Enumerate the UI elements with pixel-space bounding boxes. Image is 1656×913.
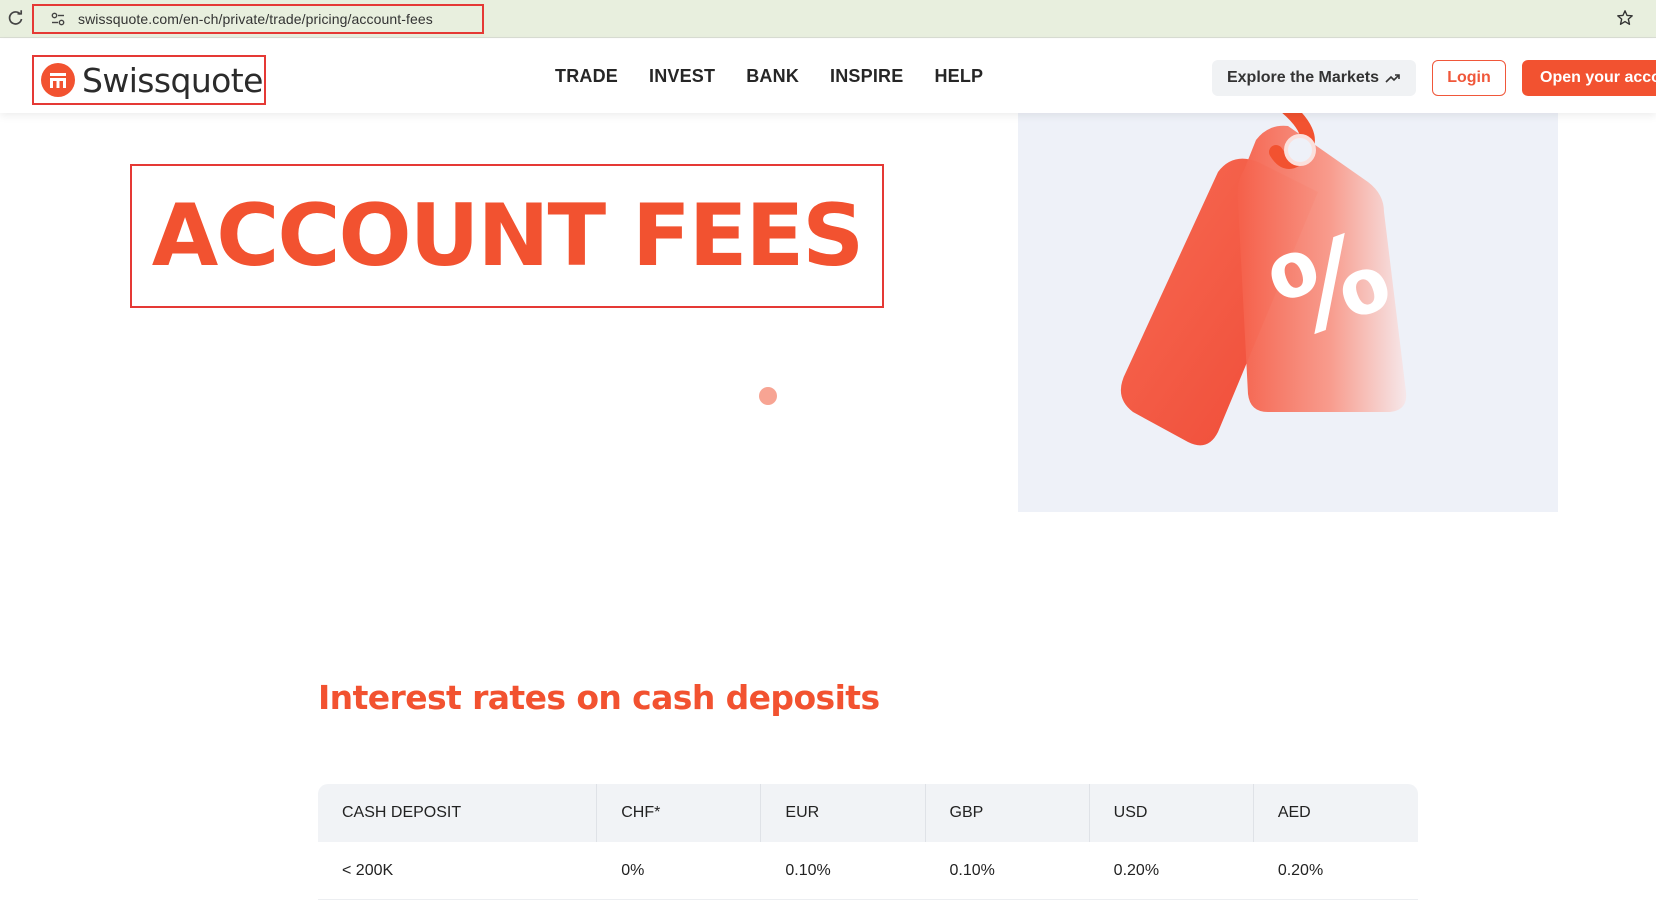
open-account-button[interactable]: Open your acco bbox=[1522, 60, 1656, 96]
logo[interactable]: Swissquote bbox=[32, 55, 266, 105]
logo-text: Swissquote bbox=[82, 60, 263, 100]
swissquote-logo-icon bbox=[41, 63, 75, 97]
table-cell: < 200K bbox=[318, 842, 598, 900]
section-title: Interest rates on cash deposits bbox=[318, 678, 880, 717]
table-cell: 0.10% bbox=[761, 842, 926, 900]
table-cell: 0.10% bbox=[925, 842, 1090, 900]
nav-help[interactable]: HELP bbox=[934, 66, 983, 87]
interest-rates-table: CASH DEPOSIT CHF* EUR GBP USD AED < 200K… bbox=[318, 784, 1418, 900]
table-header-cell: CHF* bbox=[597, 784, 762, 842]
url-text[interactable]: swissquote.com/en-ch/private/trade/prici… bbox=[78, 11, 433, 27]
nav-trade[interactable]: TRADE bbox=[555, 66, 618, 87]
explore-markets-button[interactable]: Explore the Markets bbox=[1212, 60, 1416, 96]
table-cell: 0% bbox=[597, 842, 762, 900]
explore-markets-label: Explore the Markets bbox=[1226, 69, 1380, 86]
bookmark-star-icon[interactable] bbox=[1616, 9, 1634, 27]
table-header-cell: AED bbox=[1253, 784, 1418, 842]
table-header-row: CASH DEPOSIT CHF* EUR GBP USD AED bbox=[318, 784, 1418, 842]
table-row: < 200K 0% 0.10% 0.10% 0.20% 0.20% bbox=[318, 842, 1418, 900]
hero-title-frame: ACCOUNT FEES bbox=[130, 164, 884, 308]
price-tag-illustration: % bbox=[1120, 112, 1407, 446]
nav-invest[interactable]: INVEST bbox=[649, 66, 715, 87]
hero-illustration: % bbox=[1018, 112, 1558, 512]
login-button[interactable]: Login bbox=[1432, 60, 1506, 96]
trending-up-icon bbox=[1385, 74, 1400, 83]
address-bar[interactable]: swissquote.com/en-ch/private/trade/prici… bbox=[32, 4, 484, 34]
page-title: ACCOUNT FEES bbox=[151, 186, 864, 286]
reload-icon[interactable] bbox=[6, 8, 26, 28]
nav-inspire[interactable]: INSPIRE bbox=[830, 66, 903, 87]
main-nav: TRADE INVEST BANK INSPIRE HELP bbox=[555, 66, 1014, 87]
table-cell: 0.20% bbox=[1253, 842, 1418, 900]
table-header-cell: EUR bbox=[761, 784, 926, 842]
site-info-icon[interactable] bbox=[50, 11, 66, 27]
table-cell: 0.20% bbox=[1089, 842, 1254, 900]
carousel-dot[interactable] bbox=[759, 387, 777, 405]
browser-toolbar: swissquote.com/en-ch/private/trade/prici… bbox=[0, 0, 1656, 38]
table-header-cell: CASH DEPOSIT bbox=[318, 784, 598, 842]
site-header: Swissquote TRADE INVEST BANK INSPIRE HEL… bbox=[0, 39, 1656, 113]
nav-bank[interactable]: BANK bbox=[746, 66, 799, 87]
table-header-cell: GBP bbox=[925, 784, 1090, 842]
table-header-cell: USD bbox=[1089, 784, 1254, 842]
